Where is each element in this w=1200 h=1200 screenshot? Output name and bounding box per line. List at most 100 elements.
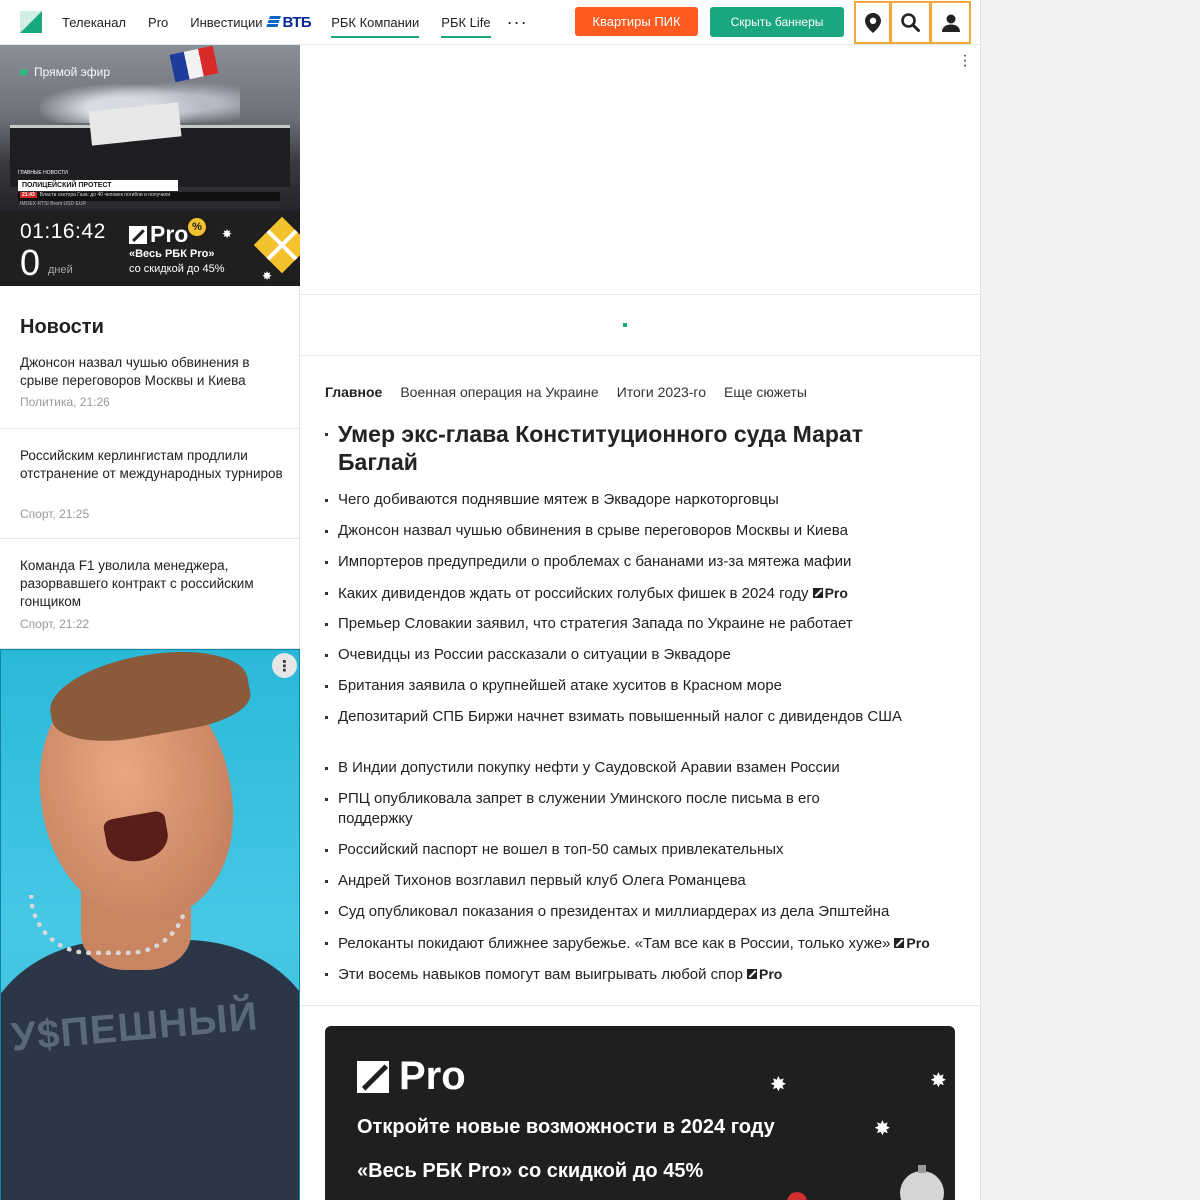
- nav-item-rbk-companies[interactable]: РБК Компании: [331, 15, 420, 38]
- pro-promo-banner[interactable]: Pro Откройте новые возможности в 2024 го…: [325, 1026, 955, 1200]
- search-button[interactable]: [890, 1, 931, 44]
- more-menu-icon[interactable]: ···: [507, 12, 528, 33]
- news-feed-title: Новости: [20, 316, 104, 338]
- headline-item[interactable]: Каких дивидендов ждать от российских гол…: [325, 583, 955, 604]
- news-item[interactable]: Российским керлингистам продлили отстран…: [0, 429, 300, 539]
- ornament-icon: [787, 1192, 807, 1200]
- tab-ukraine[interactable]: Военная операция на Украине: [400, 384, 598, 400]
- headline-item[interactable]: Импортеров предупредили о проблемах с ба…: [325, 552, 955, 572]
- location-button[interactable]: [854, 1, 891, 44]
- headline-text: Релоканты покидают ближнее зарубежье. «Т…: [338, 935, 891, 952]
- news-item-meta: Политика, 21:26: [20, 395, 110, 409]
- loading-indicator-icon: [623, 323, 627, 327]
- headline-item[interactable]: Очевидцы из России рассказали о ситуации…: [325, 645, 955, 665]
- sparkle-icon: ✸: [222, 227, 233, 241]
- hide-banners-button[interactable]: Скрыть баннеры: [710, 7, 844, 37]
- countdown-days: 0: [20, 242, 41, 283]
- top-ad-slot: [301, 45, 980, 295]
- headline-text: Депозитарий СПБ Биржи начнет взимать пов…: [338, 708, 903, 725]
- headline-item[interactable]: Российский паспорт не вошел в топ-50 сам…: [325, 840, 955, 860]
- headline-item[interactable]: В Индии допустили покупку нефти у Саудов…: [325, 758, 955, 778]
- headline-text: Каких дивидендов ждать от российских гол…: [338, 585, 809, 602]
- promo-headline: Откройте новые возможности в 2024 году: [357, 1116, 775, 1138]
- sparkle-icon: ✸: [874, 1118, 891, 1140]
- headline-item[interactable]: Суд опубликовал показания о президентах …: [325, 902, 955, 922]
- top-bar: Телеканал Pro Инвестиции ВТБ РБК Компани…: [0, 0, 980, 45]
- sparkle-icon: ✸: [930, 1070, 947, 1092]
- headline-text: Российский паспорт не вошел в топ-50 сам…: [338, 841, 784, 858]
- pro-logo: Pro: [129, 221, 188, 248]
- headline-item[interactable]: Андрей Тихонов возглавил первый клуб Оле…: [325, 871, 955, 891]
- profile-button[interactable]: [930, 1, 971, 44]
- news-item[interactable]: Джонсон назвал чушью обвинения в срыве п…: [0, 354, 300, 429]
- divider: [301, 1005, 980, 1006]
- promo-line-1: «Весь РБК Pro»: [129, 248, 215, 260]
- pro-badge-text: Pro: [759, 966, 783, 982]
- pro-logo-text: Pro: [399, 1054, 466, 1098]
- nav-item-investicii[interactable]: Инвестиции: [190, 15, 262, 30]
- news-item-meta: Спорт, 21:25: [20, 507, 90, 521]
- headline-text: Импортеров предупредили о проблемах с ба…: [338, 553, 852, 570]
- headline-item[interactable]: Релоканты покидают ближнее зарубежье. «Т…: [325, 933, 975, 954]
- headline-text: Премьер Словакии заявил, что стратегия З…: [338, 615, 853, 632]
- nav-item-rbk-life[interactable]: РБК Life: [441, 15, 492, 38]
- headline-item[interactable]: Британия заявила о крупнейшей атаке хуси…: [325, 676, 955, 696]
- vtb-icon: [266, 16, 282, 28]
- tab-results-2023[interactable]: Итоги 2023-го: [617, 384, 706, 400]
- pro-badge: Pro: [812, 583, 848, 603]
- nav-item-pro[interactable]: Pro: [148, 15, 168, 30]
- ticker-headline: ПОЛИЦЕЙСКИЙ ПРОТЕСТ: [18, 180, 178, 191]
- vtb-label: ВТБ: [282, 14, 312, 31]
- nav-item-telekanal[interactable]: Телеканал: [62, 15, 126, 30]
- ticker-time: 21:43: [20, 192, 37, 198]
- headline-item[interactable]: Джонсон назвал чушью обвинения в срыве п…: [325, 521, 955, 541]
- discount-badge: %: [188, 218, 206, 236]
- pro-badge: Pro: [747, 964, 782, 984]
- user-icon: [941, 14, 960, 32]
- headline-text: Андрей Тихонов возглавил первый клуб Оле…: [338, 872, 746, 889]
- pro-logo-icon: [129, 225, 147, 244]
- ticker-line: 21:43 Власти сектора Газа: до 40 человек …: [18, 192, 280, 201]
- pik-button[interactable]: Квартиры ПИК: [575, 7, 698, 36]
- ad-person-body: [1, 940, 299, 1200]
- headline-item[interactable]: Депозитарий СПБ Биржи начнет взимать пов…: [325, 707, 925, 727]
- right-gutter: [980, 0, 1200, 1200]
- tab-main[interactable]: Главное: [325, 384, 382, 400]
- countdown-timer: 01:16:42: [20, 220, 106, 243]
- search-icon: [901, 13, 920, 32]
- live-dot-icon: [20, 68, 27, 76]
- ad-menu-icon[interactable]: ⋮: [272, 653, 297, 678]
- headline-text: В Индии допустили покупку нефти у Саудов…: [338, 759, 840, 776]
- news-item[interactable]: Команда F1 уволила менеджера, разорвавше…: [0, 539, 300, 649]
- live-label-text: Прямой эфир: [34, 65, 110, 79]
- headline-item[interactable]: Чего добиваются поднявшие мятеж в Эквадо…: [325, 490, 955, 510]
- pro-badge-text: Pro: [906, 935, 930, 951]
- pro-promo-banner-small[interactable]: 01:16:42 0 дней Pro % «Весь РБК Pro» со …: [0, 211, 300, 286]
- pro-logo-icon: [357, 1060, 389, 1093]
- headline-item[interactable]: РПЦ опубликовала запрет в служении Уминс…: [325, 789, 885, 829]
- news-item-title: Российским керлингистам продлили отстран…: [20, 448, 283, 481]
- vtb-logo[interactable]: ВТБ: [266, 14, 312, 31]
- left-ad-banner[interactable]: У$ПЕШНЫЙ ⋮: [0, 649, 300, 1200]
- live-stream-player[interactable]: Прямой эфир ГЛАВНЫЕ НОВОСТИ ПОЛИЦЕЙСКИЙ …: [0, 45, 300, 211]
- promo-line-2: со скидкой до 45%: [129, 263, 225, 275]
- loading-row: [301, 296, 980, 356]
- headline-item[interactable]: Эти восемь навыков помогут вам выигрыват…: [325, 964, 955, 985]
- headline-item[interactable]: Премьер Словакии заявил, что стратегия З…: [325, 614, 955, 634]
- headline-text: Чего добиваются поднявшие мятеж в Эквадо…: [338, 491, 779, 508]
- ticker-text: Власти сектора Газа: до 40 человек погиб…: [39, 192, 171, 198]
- rbc-logo[interactable]: [20, 11, 42, 33]
- ticker-quotes: IMOEX RTSI Brent USD EUR: [18, 201, 280, 209]
- ornament-icon: [900, 1165, 944, 1200]
- pro-logo-icon: [747, 969, 757, 979]
- main-nav: Телеканал Pro Инвестиции ВТБ РБК Компани…: [62, 0, 528, 45]
- left-column: Прямой эфир ГЛАВНЫЕ НОВОСТИ ПОЛИЦЕЙСКИЙ …: [0, 45, 300, 1200]
- main-headline[interactable]: Умер экс-глава Конституционного суда Мар…: [325, 420, 925, 476]
- location-pin-icon: [864, 12, 881, 33]
- sparkle-icon: ✸: [262, 269, 273, 283]
- headline-text: Очевидцы из России рассказали о ситуации…: [338, 646, 731, 663]
- story-tabs: Главное Военная операция на Украине Итог…: [325, 384, 825, 400]
- ad-options-icon[interactable]: · · ·: [962, 48, 968, 74]
- tab-more-stories[interactable]: Еще сюжеты: [724, 384, 807, 400]
- countdown-days-label: дней: [48, 264, 73, 276]
